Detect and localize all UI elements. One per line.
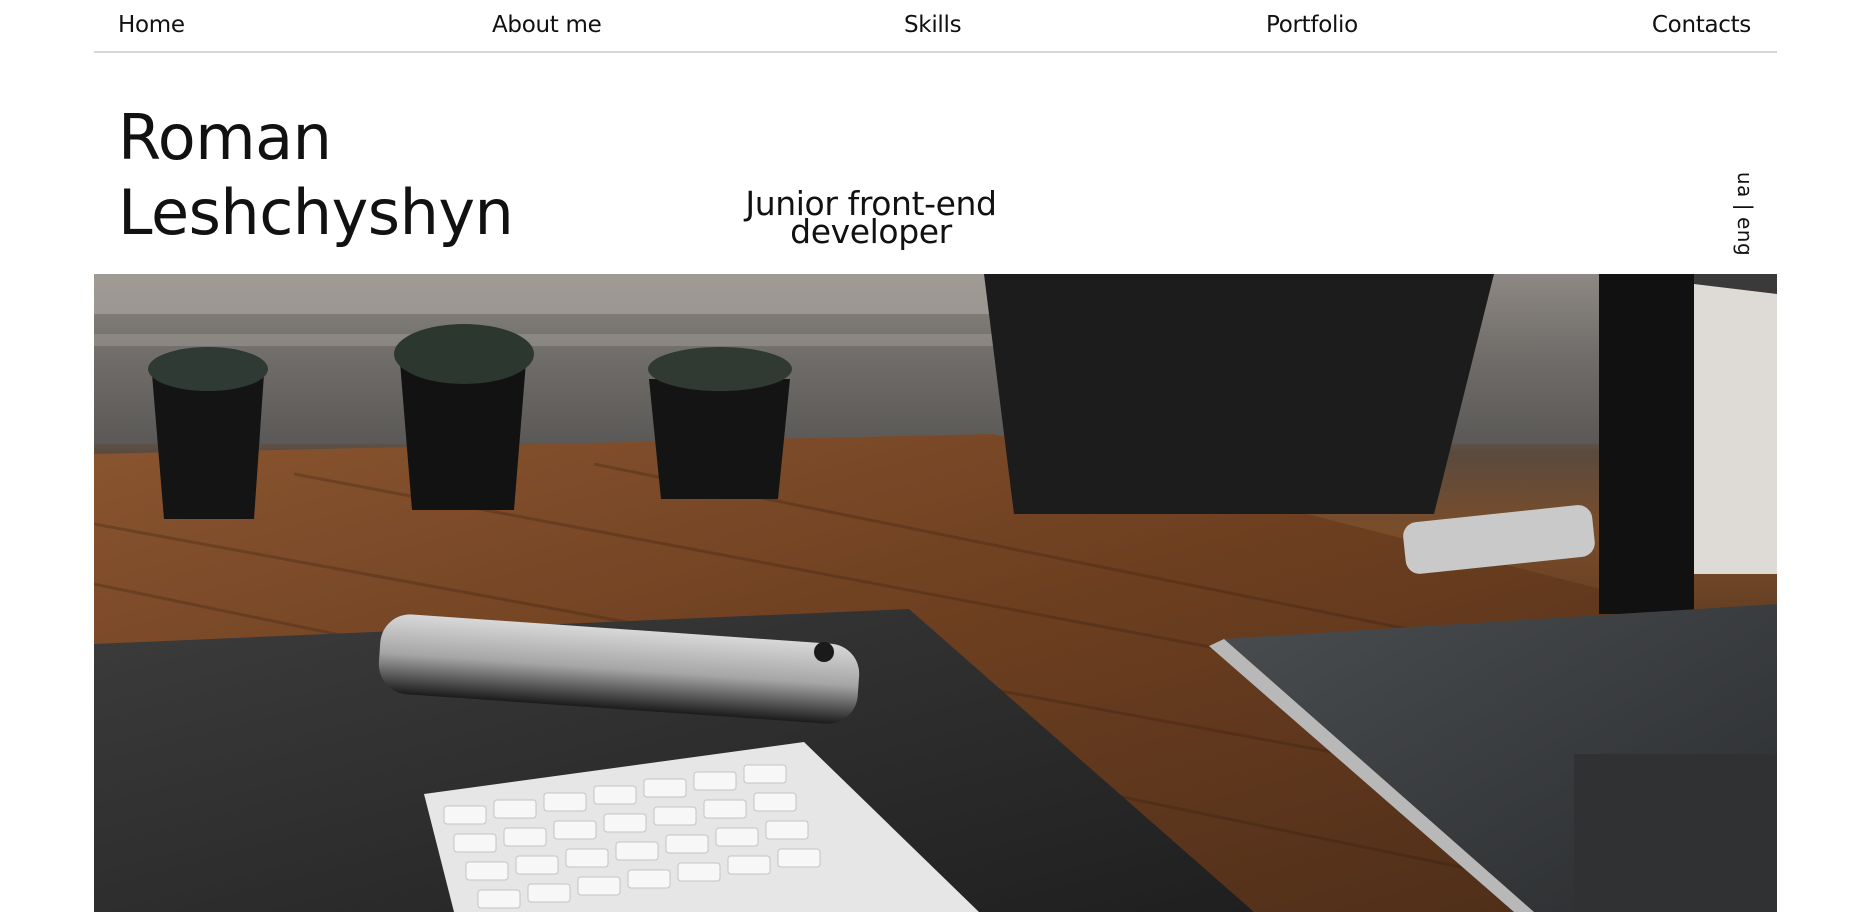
lang-eng-link[interactable]: eng [1733, 217, 1757, 256]
nav-about-link[interactable]: About me [492, 12, 602, 38]
language-switcher: ua | eng [1732, 172, 1758, 256]
hero-name-last: Leshchyshyn [118, 176, 514, 249]
language-switcher-inner: ua | eng [1733, 172, 1757, 256]
hero-name: Roman Leshchyshyn [118, 100, 514, 250]
hero-name-first: Roman [118, 101, 332, 174]
hero-photo [94, 274, 1777, 912]
plant-pots [148, 324, 792, 519]
lang-separator: | [1733, 203, 1757, 211]
nav-skills-link[interactable]: Skills [904, 12, 962, 38]
hero-role: Junior front-end developer [654, 187, 1088, 251]
lang-ua-link[interactable]: ua [1733, 172, 1757, 198]
nav-portfolio-link[interactable]: Portfolio [1266, 12, 1358, 38]
nav-home-link[interactable]: Home [118, 12, 185, 38]
nav-contacts-link[interactable]: Contacts [1652, 12, 1751, 38]
hero-role-line2: developer [790, 212, 952, 251]
desk-photo-illustration [94, 274, 1777, 912]
main-nav: Home About me Skills Portfolio Contacts [94, 0, 1777, 53]
